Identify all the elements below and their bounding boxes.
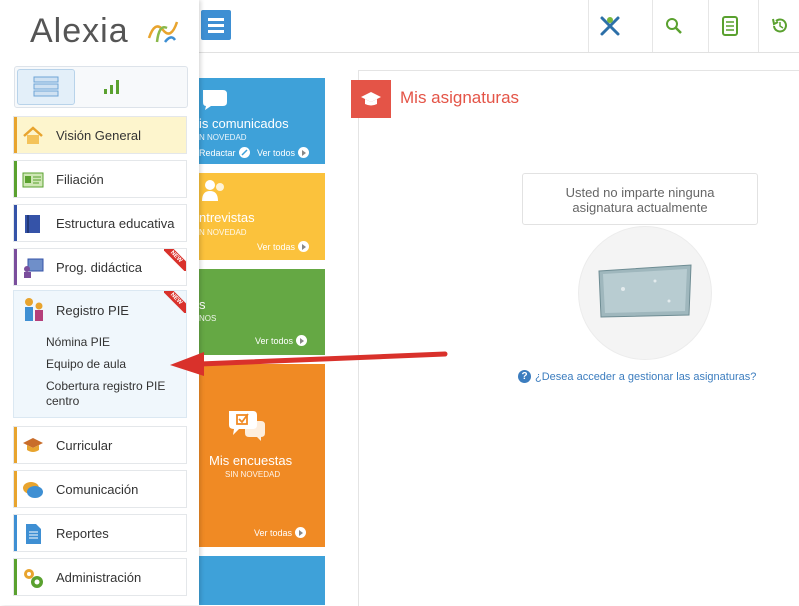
tile-entrevistas-status: N NOVEDAD [199,228,247,237]
book-icon [25,215,40,233]
sidebar-item-prog-didactica[interactable]: Prog. didáctica NEW [13,248,187,286]
id-card-icon [22,172,44,188]
ver-todas-entrevistas-link[interactable]: Ver todas [257,241,310,252]
sidebar-item-label: Curricular [56,438,113,453]
mis-asignaturas-panel: Mis asignaturas Usted no imparte ninguna… [351,70,799,606]
people-icon [202,180,224,201]
blackboard-icon [598,264,692,318]
sidebar-item-reportes[interactable]: Reportes [13,514,187,552]
tile-blue-bottom[interactable] [199,556,325,605]
tile-entrevistas[interactable]: ntrevistas N NOVEDAD Ver todas [199,173,325,260]
history-icon[interactable] [758,0,799,52]
item-accent-bar [14,559,17,595]
logo-text: Alexia [30,12,129,50]
arrow-right-icon [295,527,307,538]
tile-entrevistas-title: ntrevistas [199,210,255,225]
speech-bubble-icon [203,90,227,110]
sidebar-item-filiacion[interactable]: Filiación [13,160,187,198]
sidebar-item-label: Registro PIE [56,303,129,318]
tile-comunicados[interactable]: is comunicados N NOVEDAD Redactar Ver to… [199,78,325,164]
redactar-link[interactable]: Redactar [199,147,250,158]
panel-title: Mis asignaturas [400,88,520,107]
help-icon: ? [518,370,531,383]
tile-green-status: NOS [199,314,217,323]
tile-comunicados-title: is comunicados [199,116,289,131]
graduation-cap-icon [23,438,43,452]
list-view-tab[interactable] [17,69,75,105]
sidebar-item-label: Estructura educativa [56,216,175,231]
tools-icon[interactable] [588,0,631,52]
arrow-right-icon [298,241,310,252]
sidebar-subitem-cobertura-registro-pie[interactable]: Cobertura registro PIE centro [46,379,176,409]
home-icon [23,126,43,144]
sidebar-subitem-equipo-de-aula[interactable]: Equipo de aula [46,357,126,372]
sidebar-item-vision-general[interactable]: Visión General [13,116,187,154]
sidebar-item-label: Comunicación [56,482,139,497]
hamburger-menu-button[interactable] [201,10,231,40]
alexia-logo-icon [147,21,179,43]
ver-todas-encuestas-link[interactable]: Ver todas [254,527,307,538]
view-switcher [14,66,188,108]
tile-green-title: s [199,297,206,312]
item-accent-bar [14,471,17,507]
tile-encuestas-status: SIN NOVEDAD [225,470,281,479]
new-badge: NEW [164,249,186,271]
graduation-cap-icon [351,80,391,118]
list-icon [33,76,59,97]
presentation-icon [24,258,44,278]
gears-icon [24,569,43,588]
sidebar-item-label: Administración [56,570,142,585]
tile-encuestas[interactable]: Mis encuestas SIN NOVEDAD Ver todas [199,364,325,547]
new-badge: NEW [164,291,186,313]
sidebar-item-label: Prog. didáctica [56,260,142,275]
item-accent-bar [14,427,17,463]
document-icon [26,524,41,544]
pencil-icon [238,147,250,158]
tile-comunicados-status: N NOVEDAD [199,133,247,142]
sidebar-item-label: Filiación [56,172,104,187]
sidebar-item-estructura-educativa[interactable]: Estructura educativa [13,204,187,242]
empty-state-message: Usted no imparte ninguna asignatura actu… [522,173,758,225]
chart-view-tab[interactable] [85,69,141,103]
item-accent-bar [14,205,17,241]
sidebar: Alexia Visión General Filiación Estructu… [0,0,199,605]
sidebar-subitem-nomina-pie[interactable]: Nómina PIE [46,335,110,350]
notes-icon[interactable] [708,0,751,52]
help-link-text: ¿Desea acceder a gestionar las asignatur… [535,370,757,383]
annotation-arrow [170,351,448,376]
sidebar-item-label: Reportes [56,526,109,541]
survey-chat-icon [229,411,265,441]
item-accent-bar [14,515,17,551]
chat-icon [23,482,43,498]
sidebar-item-registro-pie[interactable]: Registro PIE NEW [14,291,186,329]
empty-state-illustration [578,226,712,360]
sidebar-item-label: Visión General [56,128,142,143]
arrow-right-icon [298,147,310,158]
ver-todos-comunicados-link[interactable]: Ver todos [257,147,310,158]
sidebar-item-curricular[interactable]: Curricular [13,426,187,464]
item-accent-bar [14,161,17,197]
manage-subjects-link[interactable]: ? ¿Desea acceder a gestionar las asignat… [518,370,756,383]
people-icon [25,298,43,321]
sidebar-item-administracion[interactable]: Administración [13,558,187,596]
search-icon[interactable] [652,0,695,52]
empty-message-line1: Usted no imparte ninguna [565,185,715,200]
sidebar-item-comunicacion[interactable]: Comunicación [13,470,187,508]
bar-chart-icon [104,80,119,94]
empty-message-line2: asignatura actualmente [572,200,708,215]
tile-encuestas-title: Mis encuestas [209,453,293,468]
item-accent-bar [14,249,17,285]
item-accent-bar [14,117,17,153]
